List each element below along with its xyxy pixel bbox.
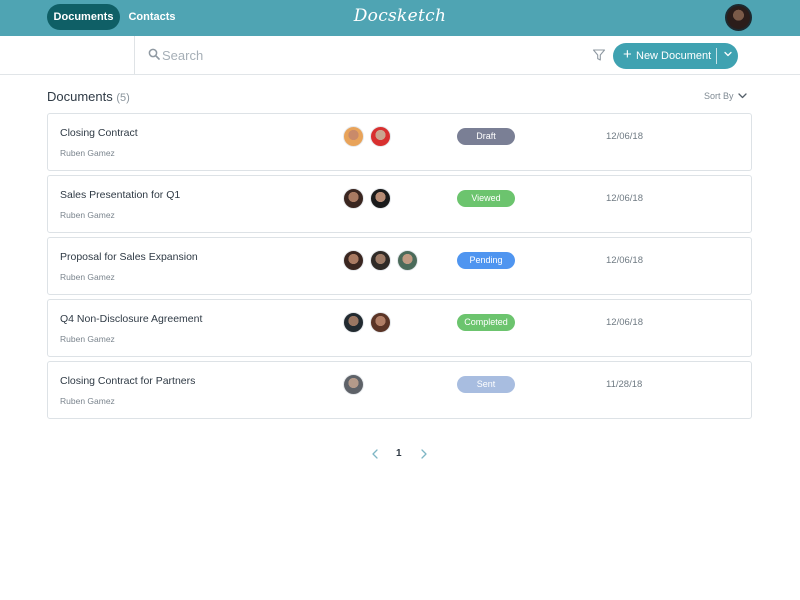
new-document-label: New Document (636, 50, 712, 62)
plus-icon: + (623, 46, 632, 63)
document-date: 12/06/18 (606, 255, 643, 266)
app-logo: Docsketch (353, 6, 447, 26)
next-page-icon[interactable] (420, 449, 428, 459)
sort-chevron-down-icon[interactable] (738, 92, 747, 100)
document-name[interactable]: Closing Contract for Partners (60, 375, 195, 387)
recipient-avatar[interactable] (343, 250, 364, 271)
document-name[interactable]: Closing Contract (60, 127, 138, 139)
recipient-avatar[interactable] (343, 374, 364, 395)
document-count: (5) (116, 92, 130, 104)
document-owner: Ruben Gamez (60, 272, 115, 282)
document-date: 11/28/18 (606, 379, 643, 390)
toolbar: + New Document (0, 36, 800, 75)
recipient-avatar[interactable] (370, 312, 391, 333)
sort-by-button[interactable]: Sort By (704, 91, 734, 101)
recipient-avatar[interactable] (370, 126, 391, 147)
document-name[interactable]: Q4 Non-Disclosure Agreement (60, 313, 202, 325)
recipient-avatar[interactable] (397, 250, 418, 271)
document-date: 12/06/18 (606, 193, 643, 204)
page-title: Documents (5) (47, 89, 130, 104)
document-row[interactable]: Closing Contract Ruben Gamez Draft 12/06/18 (47, 113, 752, 171)
document-date: 12/06/18 (606, 131, 643, 142)
button-separator (716, 48, 717, 64)
recipient-avatar[interactable] (370, 250, 391, 271)
recipient-avatar[interactable] (343, 126, 364, 147)
status-badge: Viewed (457, 190, 515, 207)
top-bar: Documents Contacts Docsketch (0, 0, 800, 36)
status-badge: Completed (457, 314, 515, 331)
search-input[interactable] (162, 45, 462, 65)
filter-icon[interactable] (592, 48, 606, 62)
document-owner: Ruben Gamez (60, 148, 115, 158)
document-owner: Ruben Gamez (60, 210, 115, 220)
page-title-text: Documents (47, 89, 113, 104)
recipient-avatar[interactable] (343, 312, 364, 333)
document-name[interactable]: Sales Presentation for Q1 (60, 189, 180, 201)
chevron-down-icon[interactable] (723, 48, 733, 60)
status-badge: Draft (457, 128, 515, 145)
document-row[interactable]: Sales Presentation for Q1 Ruben Gamez View… (47, 175, 752, 233)
document-owner: Ruben Gamez (60, 396, 115, 406)
recipient-avatar[interactable] (343, 188, 364, 209)
status-badge: Pending (457, 252, 515, 269)
current-page[interactable]: 1 (396, 448, 402, 459)
document-row[interactable]: Q4 Non-Disclosure Agreement Ruben Gamez Co… (47, 299, 752, 357)
document-row[interactable]: Closing Contract for Partners Ruben Gamez… (47, 361, 752, 419)
user-avatar[interactable] (725, 4, 752, 31)
new-document-button[interactable]: + New Document (613, 43, 738, 69)
document-date: 12/06/18 (606, 317, 643, 328)
document-owner: Ruben Gamez (60, 334, 115, 344)
toolbar-divider (134, 36, 135, 74)
document-row[interactable]: Proposal for Sales Expansion Ruben Gamez P… (47, 237, 752, 295)
recipient-avatar[interactable] (370, 188, 391, 209)
previous-page-icon[interactable] (371, 449, 379, 459)
status-badge: Sent (457, 376, 515, 393)
document-name[interactable]: Proposal for Sales Expansion (60, 251, 198, 263)
search-icon (148, 48, 160, 60)
